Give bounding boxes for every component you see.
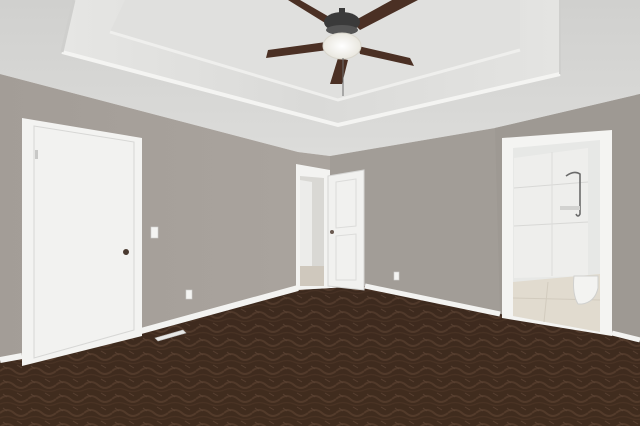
hallway-far-wall (300, 180, 312, 268)
hallway-floor (300, 266, 324, 286)
open-door-knob[interactable] (330, 230, 334, 234)
baseboard-left (0, 353, 23, 363)
bathroom-shower-wall (514, 148, 588, 278)
closed-door[interactable] (33, 125, 135, 359)
open-door[interactable] (327, 169, 365, 291)
room-scene (0, 0, 640, 426)
shower-shelf (560, 206, 580, 210)
fan-light-icon (322, 32, 362, 60)
power-outlet-back (393, 271, 400, 281)
light-switch[interactable] (150, 226, 159, 239)
door-hinge (35, 150, 38, 159)
power-outlet (185, 289, 193, 300)
door-knob[interactable] (123, 249, 129, 255)
